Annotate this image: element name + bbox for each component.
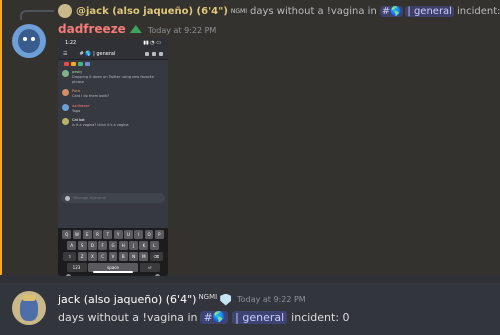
phone-message: Pace Cant I do them both?	[62, 89, 164, 99]
reply-ngmi-tag: NGMI	[230, 7, 247, 15]
message-header-jack: jack (also jaqueño) (6'4") NGMI Today at…	[58, 293, 306, 306]
reply-channel-name[interactable]: | general	[405, 5, 454, 17]
timestamp: Today at 9:22 PM	[147, 26, 217, 35]
mic-icon	[155, 274, 160, 276]
phone-message: pesky Dropping it down on Twitter using …	[62, 70, 164, 84]
globe-icon: 🌎	[390, 6, 402, 17]
phone-reactions	[58, 60, 168, 68]
avatar-dadfreeze[interactable]	[12, 24, 46, 58]
phone-keyboard: Q W E R T Y U I O P A S D F G H J K L ⇧ …	[58, 228, 168, 276]
reply-suffix: incident: 21	[456, 5, 500, 17]
home-indicator	[93, 271, 133, 273]
username-dadfreeze[interactable]: dadfreeze	[58, 22, 126, 36]
message-content-jack: days without a !vagina in # 🌎 | general i…	[58, 311, 350, 324]
globe-icon: 🌎	[212, 312, 226, 323]
reply-username[interactable]: @jack (also jaqueño) (6'4")	[76, 6, 228, 17]
phone-status-bar: 1:22 ▮▮ ◔ ▭	[58, 38, 168, 48]
timestamp: Today at 9:22 PM	[237, 295, 306, 304]
phone-message-input: Message #general	[61, 193, 165, 203]
mention-highlight-bar	[0, 0, 2, 275]
message-text: days without a !vagina in	[58, 311, 198, 324]
hash-icon: #	[381, 5, 391, 17]
reply-preview[interactable]: @jack (also jaqueño) (6'4") NGMI days wi…	[58, 3, 500, 19]
channel-mention[interactable]: # 🌎	[200, 311, 229, 324]
reply-avatar[interactable]	[58, 4, 72, 18]
phone-message: dadfreeze Yaga	[62, 103, 164, 114]
hash-icon: #	[203, 311, 213, 324]
reply-connector	[20, 10, 54, 20]
reply-channel-mention[interactable]: #🌎	[379, 5, 404, 17]
phone-channel-header: ☰ # 🌎 | general	[58, 48, 168, 60]
reply-text: days without a !vagina in	[249, 5, 377, 17]
channel-mention-name[interactable]: | general	[232, 311, 288, 324]
avatar-jack[interactable]	[12, 291, 46, 325]
image-attachment[interactable]: 1:22 ▮▮ ◔ ▭ ☰ # 🌎 | general pesky Droppi…	[58, 38, 168, 276]
emoji-icon	[66, 274, 71, 276]
phone-message-list: pesky Dropping it down on Twitter using …	[58, 68, 168, 193]
message-jack[interactable]	[0, 283, 500, 335]
username-jack[interactable]: jack (also jaqueño) (6'4")	[58, 293, 196, 306]
message-suffix: incident: 0	[291, 311, 350, 324]
ngmi-tag: NGMI	[198, 293, 218, 301]
phone-message: Cat bot is it a vagina? think it's a vag…	[62, 118, 164, 128]
shield-icon	[220, 293, 232, 306]
plus-icon	[65, 195, 70, 201]
role-badge-icon	[129, 25, 142, 33]
message-header: dadfreeze Today at 9:22 PM	[58, 22, 216, 36]
